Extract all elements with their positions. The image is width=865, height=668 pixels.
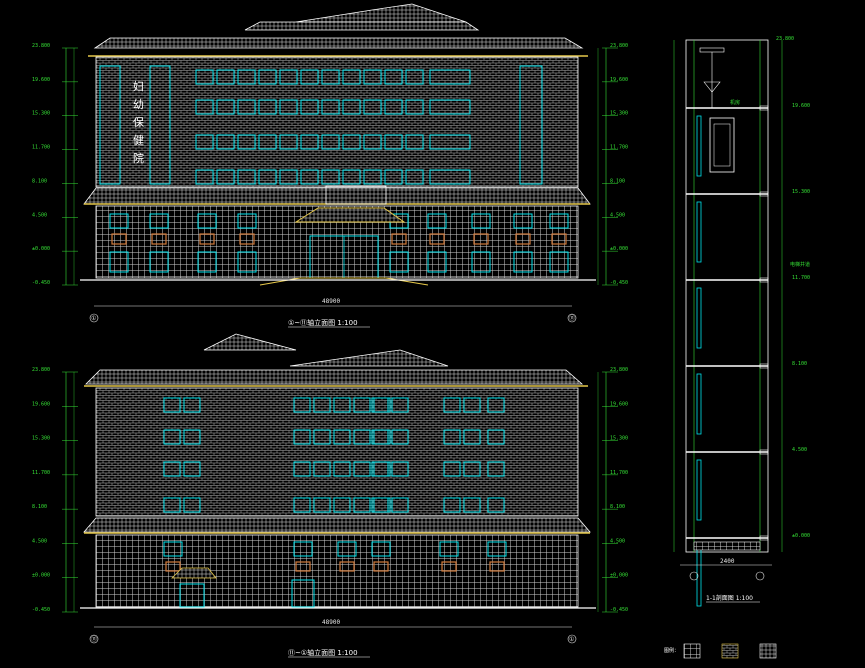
section-outline [685,39,769,553]
rear-podium-roof [83,517,591,533]
section-door-opening [696,287,702,349]
level-label: 23.800 [32,43,50,49]
section-level-label: 11.700 [792,275,810,281]
level-label: ±0.000 [32,246,50,252]
section-floor-slabs: 19.600 15.300 11.700 8.100 4.500 ±0.000 [686,103,810,607]
hospital-sign: 妇 幼 保 健 院 [133,80,144,165]
legend-title: 图例： [664,647,679,654]
level-label: -0.450 [610,280,628,286]
section-level-label: 8.100 [792,361,807,367]
level-label: 19.600 [32,401,50,407]
legend: 图例： [664,643,777,659]
sign-char-1: 妇 [133,80,144,93]
front-elevation: 妇 幼 保 健 院 48900 ① ⑪ ①~⑪轴立面图 1:100 [80,3,596,328]
front-entrance-steps [259,277,429,286]
rear-right-level-chain: 23.800 19.600 15.300 11.700 8.100 4.500 ±0.000… [597,367,628,613]
level-label: -0.450 [610,607,628,613]
elevator-hoist [703,52,721,108]
section-door-opening [696,545,702,607]
rear-axis-end: ① [569,636,574,643]
rear-elevation: 48900 ⑪ ① ⑪~①轴立面图 1:100 [80,333,596,658]
rear-overall-dim: 48900 [322,619,340,626]
level-label: 11.700 [32,145,50,151]
section-door-opening [696,459,702,521]
level-label: -0.450 [32,607,50,613]
level-label: ±0.000 [32,573,50,579]
level-label: 15.300 [32,436,50,442]
level-label: 19.600 [610,401,628,407]
section-level-label: ±0.000 [792,533,810,539]
front-upper-roof [244,21,480,31]
legend-swatch-roof [759,643,777,659]
level-label: 11.700 [610,145,628,151]
rear-elevation-title: ⑪~①轴立面图 1:100 [288,648,358,657]
section-bottom-dim: 2400 [720,558,735,565]
section-door-opening [696,373,702,435]
section-level-label: 19.600 [792,103,810,109]
rear-pavilion-roof-2 [289,349,449,367]
front-axis-end: ⑪ [569,314,575,322]
section-door-opening [696,201,702,263]
level-label: 11.700 [610,470,628,476]
front-axis-start: ① [91,315,96,322]
section-level-label: 4.500 [792,447,807,453]
level-label: 8.100 [610,504,625,510]
level-label: 4.500 [32,212,47,218]
section-drawing: 机房 19.600 15.300 11.700 8.100 4.500 ±0.000 电梯… [673,36,810,607]
sign-char-2: 幼 [133,98,144,111]
level-label: 23.800 [32,367,50,373]
section-level-label: 15.300 [792,189,810,195]
level-label: 15.300 [610,436,628,442]
rear-main-roof [85,369,584,385]
front-left-level-chain: 23.800 19.600 15.300 11.700 8.100 4.500 ±0.000… [32,43,78,286]
sign-char-3: 保 [133,115,144,129]
legend-swatch-brick [721,643,739,659]
legend-swatch-tile [683,643,701,659]
section-side-note: 电梯井道 [790,261,810,268]
section-door-opening [696,115,702,177]
front-right-level-chain: 23.800 19.600 15.300 11.700 8.100 4.500 ±0.000… [597,43,628,286]
rear-axis-start: ⑪ [91,635,97,643]
section-axis-bubble-right [755,571,765,581]
level-label: 11.700 [32,470,50,476]
section-title: 1-1剖面图 1:100 [706,594,753,602]
level-label: 4.500 [32,538,47,544]
section-pit [693,541,761,551]
front-main-roof [93,37,584,49]
section-top-level: 23.800 [776,36,794,42]
level-label: 8.100 [32,178,47,184]
level-label: 15.300 [610,111,628,117]
level-label: 8.100 [610,178,625,184]
level-label: 4.500 [610,538,625,544]
level-label: 4.500 [610,212,625,218]
front-podium-roof [83,187,591,205]
level-label: -0.450 [32,280,50,286]
level-label: ±0.000 [610,246,628,252]
section-roof-note: 机房 [730,99,740,106]
level-label: 8.100 [32,504,47,510]
front-top-pavilion-roof [295,3,467,23]
sign-char-4: 健 [133,134,144,147]
level-label: 15.300 [32,111,50,117]
cad-drawing-canvas: 妇 幼 保 健 院 48900 ① ⑪ ①~⑪轴立面图 1:100 23.800… [32,3,810,659]
level-label: 19.600 [32,77,50,83]
elevator-car [709,117,735,173]
front-upper-wall [95,56,579,188]
level-label: 23.800 [610,367,628,373]
rear-left-level-chain: 23.800 19.600 15.300 11.700 8.100 4.500 ±0.000… [32,367,78,613]
sign-char-5: 院 [133,151,144,165]
rear-upper-wall [95,387,579,517]
front-elevation-title: ①~⑪轴立面图 1:100 [288,318,358,327]
level-label: 19.600 [610,77,628,83]
rear-pavilion-roof [203,333,297,351]
front-overall-dim: 48900 [322,298,340,305]
level-label: ±0.000 [610,573,628,579]
level-label: 23.800 [610,43,628,49]
